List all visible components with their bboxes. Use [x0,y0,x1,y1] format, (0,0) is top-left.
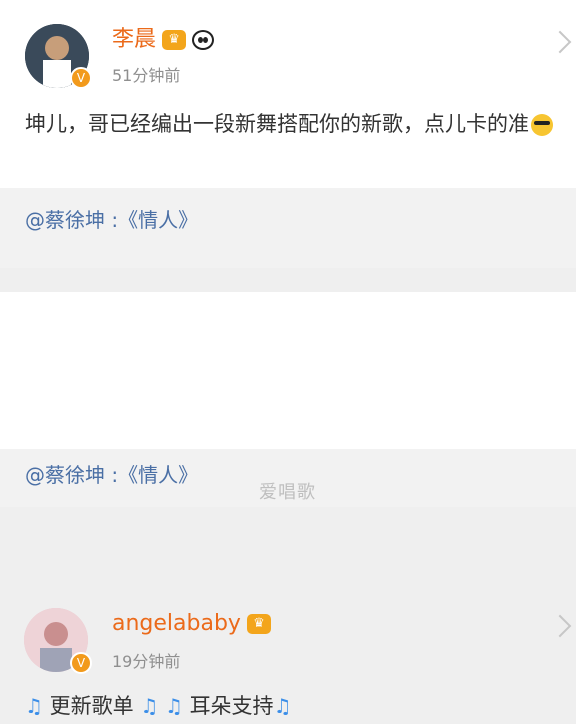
watermark: 爱唱歌 [259,482,316,503]
crown-icon: ♛ [246,614,271,634]
repost-source-link[interactable]: @蔡徐坤 :《情人》 [25,206,198,234]
post-card: V angelababy ♛ 19分钟前 ♫ 更新歌单 ♫ ♫ 耳朵支持♫ [0,292,576,718]
timestamp: 51分钟前 [112,66,181,85]
username-text[interactable]: angelababy [112,611,241,636]
timestamp: 19分钟前 [112,652,181,671]
music-note-icon: ♫ [140,694,159,718]
post-body: 坤儿，哥已经编出一段新舞搭配你的新歌，点儿卡的准 [25,106,565,142]
crown-icon: ♛ [162,30,187,50]
username[interactable]: angelababy ♛ [112,610,271,638]
post-body-text: 更新歌单 [49,694,134,718]
username-text[interactable]: 李晨 [112,27,156,52]
username[interactable]: 李晨 ♛ [112,26,215,54]
music-note-icon: ♫ [25,694,43,718]
music-note-icon: ♫ [164,694,183,718]
verified-v-icon: V [70,67,92,89]
chevron-down-icon[interactable] [548,30,572,54]
post-body-text: 坤儿，哥已经编出一段新舞搭配你的新歌，点儿卡的准 [25,112,529,136]
post-body-text: 耳朵支持 [189,694,274,718]
post-body: ♫ 更新歌单 ♫ ♫ 耳朵支持♫ [25,688,565,724]
chevron-down-icon[interactable] [548,614,572,638]
verified-v-icon: V [70,652,92,674]
post-card: V 李晨 ♛ 51分钟前 坤儿，哥已经编出一段新舞搭配你的新歌，点儿卡的准 [0,0,576,188]
panda-icon [192,30,215,50]
sunglasses-face-icon [531,114,553,136]
music-note-icon: ♫ [273,694,292,718]
repost-source-link[interactable]: @蔡徐坤 :《情人》 [25,461,198,489]
